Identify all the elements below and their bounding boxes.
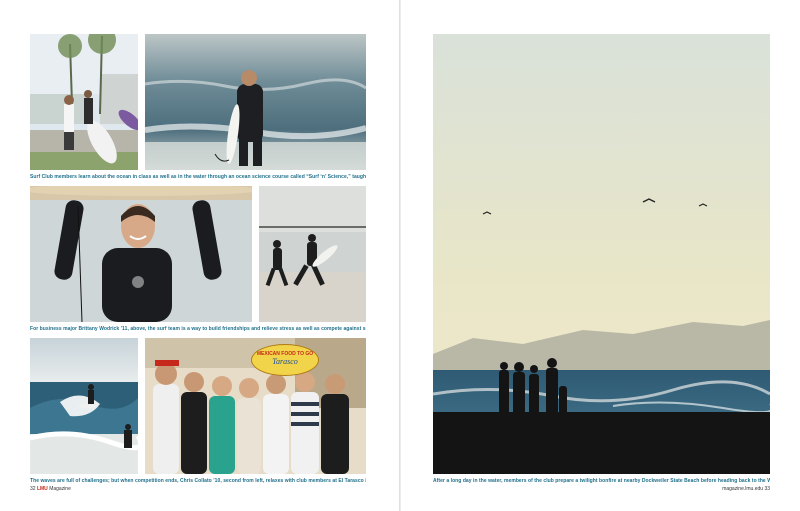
right-folio: magazine.lmu.edu 33 bbox=[722, 486, 770, 492]
brand-lmu: LMU bbox=[36, 486, 48, 492]
photo-twilight-bonfire bbox=[433, 34, 770, 474]
sign-script: Tarasco bbox=[272, 357, 298, 366]
restaurant-sign: MEXICAN FOOD TO GO Tarasco bbox=[251, 344, 319, 376]
page-number-left: 32 bbox=[30, 486, 36, 492]
brand-magazine: Magazine bbox=[49, 486, 71, 492]
caption-challenges: The waves are full of challenges; but wh… bbox=[30, 478, 366, 484]
photo-campus-surfers bbox=[30, 34, 138, 170]
caption-surf-science: Surf Club members learn about the ocean … bbox=[30, 174, 366, 180]
left-folio: 32 LMU Magazine bbox=[30, 486, 71, 492]
caption-bonfire: After a long day in the water, members o… bbox=[433, 478, 770, 484]
caption-wodrick: For business major Brittany Wodrick ’11,… bbox=[30, 326, 366, 332]
photo-surfer-walking-out bbox=[145, 34, 366, 170]
page-number-right: 33 bbox=[764, 486, 770, 492]
magazine-url[interactable]: magazine.lmu.edu bbox=[722, 486, 763, 492]
photo-wodrick-portrait bbox=[30, 186, 252, 322]
magazine-spread: Surf Club members learn about the ocean … bbox=[0, 0, 800, 511]
photo-surfers-running bbox=[259, 186, 366, 322]
photo-surfing-wave bbox=[30, 338, 138, 474]
photo-club-group: MEXICAN FOOD TO GO Tarasco bbox=[145, 338, 366, 474]
page-gutter bbox=[399, 0, 401, 511]
